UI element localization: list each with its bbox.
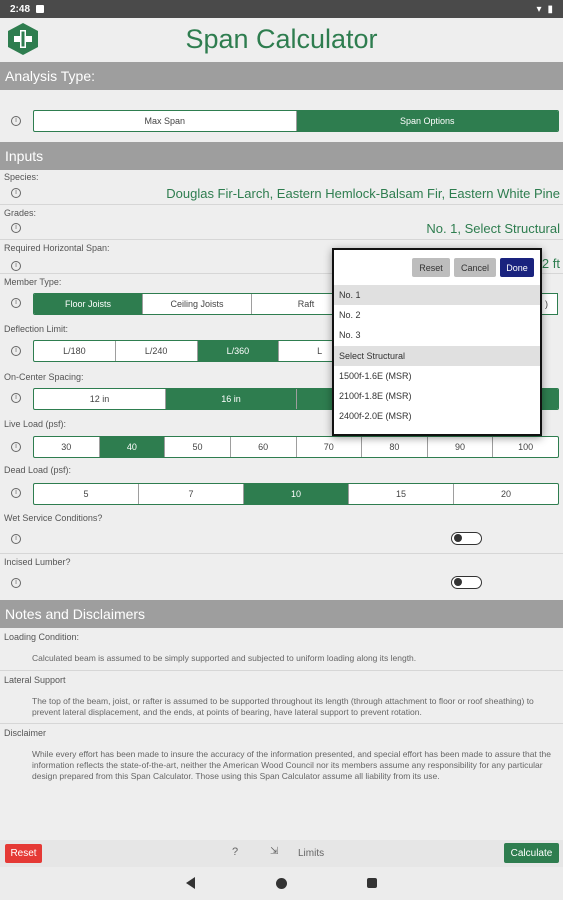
info-icon[interactable]: i (11, 261, 21, 271)
analysis-option-span-options[interactable]: Span Options (295, 111, 558, 131)
grade-option[interactable]: No. 3 (334, 325, 540, 345)
deflection-option[interactable]: L/240 (114, 341, 197, 361)
info-icon[interactable]: i (11, 393, 21, 403)
dead-load-label: Dead Load (psf): (4, 465, 72, 475)
section-analysis-type: Analysis Type: (0, 62, 563, 90)
incised-toggle[interactable] (451, 576, 482, 589)
toggle-knob (454, 534, 462, 542)
divider (0, 553, 563, 554)
live-load-option[interactable]: 100 (492, 437, 558, 457)
info-icon[interactable]: i (11, 442, 21, 452)
member-type-label: Member Type: (4, 277, 62, 287)
deflection-option[interactable]: L/360 (196, 341, 279, 361)
limits-icon[interactable]: ⇲ (270, 846, 278, 857)
live-load-option[interactable]: 90 (426, 437, 493, 457)
note-title: Disclaimer (4, 728, 47, 738)
note-text: While every effort has been made to insu… (32, 749, 551, 781)
dead-load-option[interactable]: 10 (243, 484, 348, 504)
system-nav-bar (0, 867, 563, 900)
live-load-option[interactable]: 60 (229, 437, 296, 457)
limits-label[interactable]: Limits (298, 848, 324, 859)
member-option-floor-joists[interactable]: Floor Joists (34, 294, 142, 314)
note-title: Loading Condition: (4, 632, 80, 642)
member-type-selector[interactable]: Floor Joists Ceiling Joists Raft (33, 293, 361, 315)
deflection-option[interactable]: L/180 (34, 341, 115, 361)
info-icon[interactable]: i (11, 346, 21, 356)
horizontal-span-label: Required Horizontal Span: (4, 243, 110, 253)
notification-icon (36, 5, 45, 13)
popup-done-button[interactable]: Done (500, 258, 534, 277)
nav-back-icon[interactable] (186, 877, 195, 889)
grade-option[interactable]: 2100f-1.8E (MSR) (334, 386, 540, 406)
status-time: 2:48 (10, 3, 31, 15)
section-notes: Notes and Disclaimers (0, 600, 563, 628)
live-load-option[interactable]: 40 (98, 437, 165, 457)
member-option-ceiling-joists[interactable]: Ceiling Joists (142, 294, 251, 314)
grades-picker-popup: Reset Cancel Done No. 1 No. 2 No. 3 Sele… (332, 248, 542, 436)
bottom-toolbar: Reset ? ⇲ Limits Calculate (0, 840, 563, 867)
info-icon[interactable]: i (11, 223, 21, 233)
info-icon[interactable]: i (11, 534, 21, 544)
divider (0, 239, 563, 240)
app-bar: Span Calculator (0, 18, 563, 62)
note-text: The top of the beam, joist, or rafter is… (32, 696, 534, 717)
wifi-icon: ▾ (536, 3, 542, 15)
live-load-label: Live Load (psf): (4, 419, 67, 429)
analysis-option-max-span[interactable]: Max Span (34, 111, 296, 131)
species-value[interactable]: Douglas Fir-Larch, Eastern Hemlock-Balsa… (166, 186, 560, 201)
grade-option[interactable]: No. 2 (334, 305, 540, 325)
grade-option[interactable]: 2400f-2.0E (MSR) (334, 406, 540, 426)
status-bar: 2:48 ▾ ▮ (0, 0, 563, 18)
nav-recent-icon[interactable] (367, 878, 377, 888)
incised-label: Incised Lumber? (4, 557, 71, 567)
calculate-button[interactable]: Calculate (504, 843, 559, 863)
popup-cancel-button[interactable]: Cancel (454, 258, 496, 277)
live-load-selector[interactable]: 30 40 50 60 70 80 90 100 (33, 436, 559, 458)
info-icon[interactable]: i (11, 298, 21, 308)
grade-option[interactable]: No. 1 (334, 285, 540, 305)
app-title: Span Calculator (185, 24, 378, 54)
grades-label: Grades: (4, 208, 37, 218)
dead-load-option[interactable]: 7 (138, 484, 243, 504)
nav-home-icon[interactable] (276, 878, 287, 889)
divider (0, 670, 563, 671)
live-load-option[interactable]: 70 (295, 437, 362, 457)
deflection-label: Deflection Limit: (4, 324, 69, 334)
battery-icon: ▮ (547, 3, 553, 15)
species-label: Species: (4, 172, 39, 182)
dead-load-option[interactable]: 20 (453, 484, 558, 504)
info-icon[interactable]: i (11, 116, 21, 126)
toggle-knob (454, 578, 462, 586)
dead-load-selector[interactable]: 5 7 10 15 20 (33, 483, 559, 505)
info-icon[interactable]: i (11, 578, 21, 588)
spacing-option-12[interactable]: 12 in (34, 389, 165, 409)
divider (0, 204, 563, 205)
note-title: Lateral Support (4, 675, 66, 685)
spacing-label: On-Center Spacing: (4, 372, 84, 382)
spacing-option-16[interactable]: 16 in (165, 389, 296, 409)
dead-load-option[interactable]: 5 (34, 484, 138, 504)
info-icon[interactable]: i (11, 188, 21, 198)
live-load-option[interactable]: 50 (164, 437, 230, 457)
horizontal-span-value[interactable]: 2 ft (542, 256, 560, 271)
reset-button[interactable]: Reset (5, 844, 42, 863)
popup-reset-button[interactable]: Reset (412, 258, 450, 277)
grade-option[interactable]: 1500f-1.6E (MSR) (334, 366, 540, 386)
info-icon[interactable]: i (11, 488, 21, 498)
section-inputs: Inputs (0, 142, 563, 170)
live-load-option[interactable]: 80 (361, 437, 427, 457)
deflection-selector[interactable]: L/180 L/240 L/360 L (33, 340, 361, 362)
note-text: Calculated beam is assumed to be simply … (32, 653, 417, 663)
grade-option[interactable]: Select Structural (334, 346, 540, 366)
wet-service-label: Wet Service Conditions? (4, 513, 103, 523)
help-icon[interactable]: ? (232, 846, 238, 858)
live-load-option[interactable]: 30 (34, 437, 99, 457)
divider (0, 723, 563, 724)
wet-service-toggle[interactable] (451, 532, 482, 545)
dead-load-option[interactable]: 15 (348, 484, 453, 504)
analysis-type-selector[interactable]: Max Span Span Options (33, 110, 559, 132)
grades-value[interactable]: No. 1, Select Structural (426, 221, 560, 236)
